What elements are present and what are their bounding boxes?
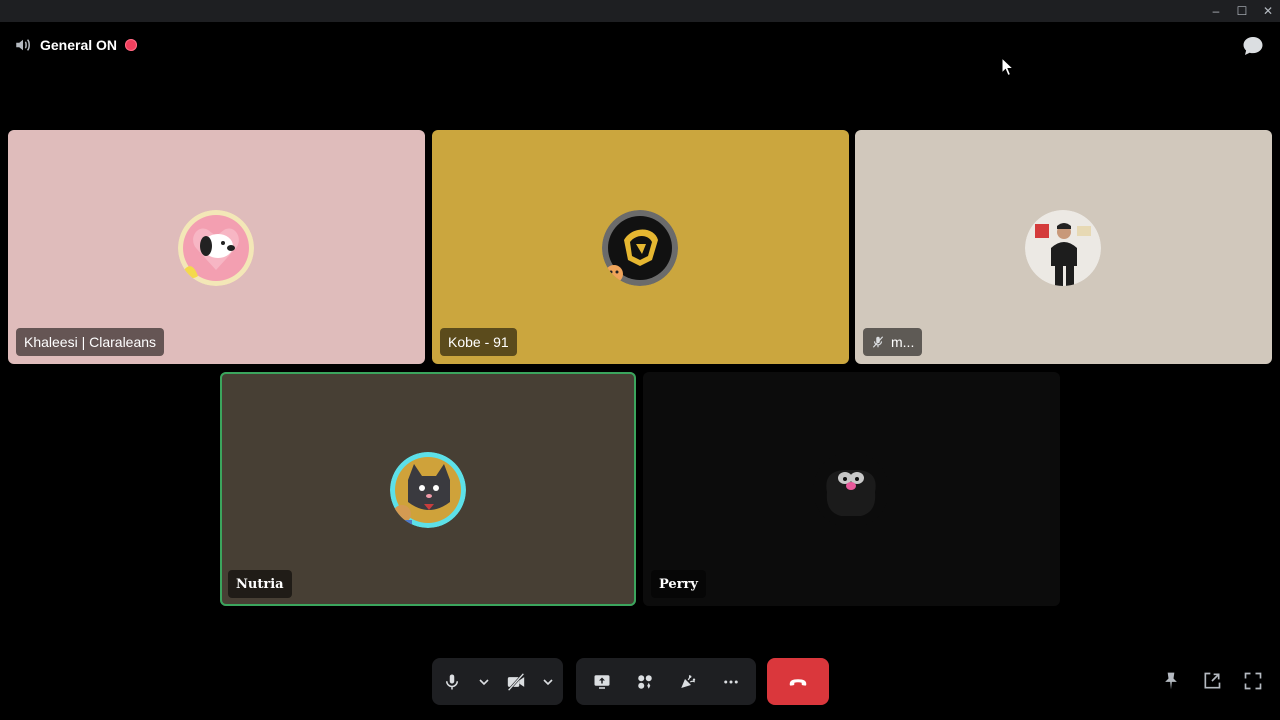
more-icon	[723, 680, 738, 683]
participant-name-tag: Nutria	[228, 570, 292, 598]
chevron-down-icon	[479, 678, 489, 685]
window-titlebar: – ☐ ✕	[0, 0, 1280, 22]
participant-name-tag: m...	[863, 328, 923, 356]
channel-name: General ON	[40, 37, 118, 53]
gold-emblem-avatar	[602, 210, 678, 286]
minimize-button[interactable]: –	[1206, 2, 1226, 20]
hang-up-icon	[789, 678, 807, 686]
maximize-button[interactable]: ☐	[1232, 2, 1252, 20]
activities-button[interactable]	[625, 662, 665, 702]
participant-name-tag: Perry	[651, 570, 706, 598]
person-photo-avatar	[1025, 210, 1101, 286]
camera-options-button[interactable]	[536, 662, 560, 702]
fullscreen-icon	[1244, 672, 1262, 690]
pop-out-button[interactable]	[1199, 668, 1225, 694]
pop-out-icon	[1204, 672, 1221, 689]
snoopy-avatar	[178, 210, 254, 286]
microphone-button[interactable]	[432, 662, 472, 702]
pin-icon	[1165, 672, 1177, 690]
activities-icon	[637, 674, 652, 689]
participant-name: Kobe - 91	[448, 334, 509, 350]
participant-tile[interactable]: Khaleesi | Claraleans	[8, 130, 425, 364]
camera-off-icon	[507, 672, 525, 691]
live-indicator	[125, 39, 138, 51]
participant-tile[interactable]: m...	[855, 130, 1272, 364]
media-controls	[432, 658, 563, 705]
more-options-button[interactable]	[711, 662, 751, 702]
participant-tile[interactable]: Kobe - 91	[432, 130, 849, 364]
participant-name-tag: Kobe - 91	[440, 328, 517, 356]
channel-header: General ON	[14, 33, 138, 57]
participant-tile[interactable]: Nutria	[220, 372, 636, 606]
pin-button[interactable]	[1158, 668, 1184, 694]
screen-share-button[interactable]	[582, 662, 622, 702]
participant-name: Nutria	[236, 576, 284, 592]
soundboard-icon	[680, 674, 695, 688]
participant-tile[interactable]: Perry	[643, 372, 1060, 606]
microphone-muted-icon	[872, 336, 884, 348]
camera-button[interactable]	[496, 662, 536, 702]
cat-avatar	[390, 452, 466, 528]
microphone-icon	[446, 674, 458, 689]
close-button[interactable]: ✕	[1258, 2, 1278, 20]
fullscreen-button[interactable]	[1240, 668, 1266, 694]
participant-name: m...	[891, 334, 915, 350]
participant-name: Perry	[659, 576, 698, 592]
mouse-cursor-icon	[1001, 57, 1015, 77]
dark-creature-avatar	[813, 452, 889, 528]
speaker-icon	[16, 39, 30, 51]
participant-name-tag: Khaleesi | Claraleans	[16, 328, 165, 356]
soundboard-button[interactable]	[668, 662, 708, 702]
chevron-down-icon	[543, 678, 553, 685]
participant-name: Khaleesi | Claraleans	[24, 334, 157, 350]
microphone-options-button[interactable]	[472, 662, 496, 702]
screen-share-icon	[594, 674, 609, 689]
chat-icon[interactable]	[1241, 34, 1265, 58]
call-actions	[576, 658, 756, 705]
disconnect-button[interactable]	[767, 658, 829, 705]
